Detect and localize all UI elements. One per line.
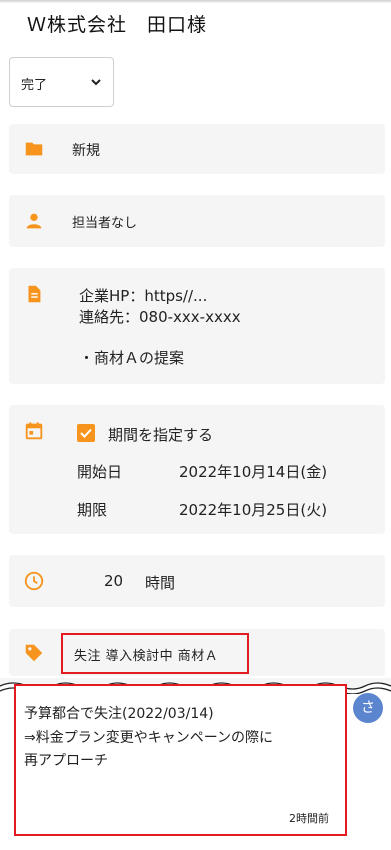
due-date-label: 期限 bbox=[77, 501, 108, 519]
person-icon bbox=[26, 213, 42, 229]
notes-line-1: 企業HP：https//... bbox=[79, 287, 208, 305]
chevron-down-icon bbox=[91, 79, 101, 86]
tags-text: 失注 導入検討中 商材Ａ bbox=[74, 649, 219, 664]
due-date-value[interactable]: 2022年10月25日(火) bbox=[179, 499, 327, 520]
category-field[interactable]: 新規 bbox=[9, 124, 385, 174]
document-icon bbox=[28, 285, 41, 303]
assignee-field[interactable]: 担当者なし bbox=[9, 195, 385, 247]
status-dropdown[interactable]: 完了 bbox=[9, 57, 114, 107]
notes-field[interactable]: 企業HP：https//... 連絡先：080-xxx-xxxx ・商材Ａの提案 bbox=[9, 268, 385, 384]
assignee-label: 担当者なし bbox=[72, 216, 138, 231]
category-label: 新規 bbox=[72, 143, 100, 159]
period-field: 期間を指定する 開始日 2022年10月14日(金) 期限 2022年10月25… bbox=[9, 405, 385, 534]
top-shadow bbox=[0, 0, 391, 3]
folder-icon bbox=[25, 142, 43, 156]
period-checkbox[interactable] bbox=[77, 424, 95, 442]
hours-value: 20 bbox=[104, 572, 124, 590]
comment-timestamp: 2時間前 bbox=[289, 812, 329, 825]
avatar[interactable]: さ bbox=[353, 693, 383, 723]
comment-line-1: 予算都合で失注(2022/03/14) bbox=[24, 706, 214, 722]
comment-line-3: 再アプローチ bbox=[24, 753, 108, 769]
status-value: 完了 bbox=[21, 78, 48, 93]
tag-icon bbox=[25, 644, 43, 662]
start-date-label: 開始日 bbox=[77, 463, 123, 481]
comment-line-2: ⇒料金プラン変更やキャンペーンの際に bbox=[24, 730, 274, 746]
start-date-value[interactable]: 2022年10月14日(金) bbox=[179, 461, 327, 482]
page-title: Ｗ株式会社 田口様 bbox=[27, 14, 208, 36]
hours-unit: 時間 bbox=[145, 574, 176, 592]
period-checkbox-label: 期間を指定する bbox=[108, 426, 214, 444]
notes-line-2: 連絡先：080-xxx-xxxx bbox=[79, 308, 241, 326]
calendar-icon bbox=[25, 422, 43, 440]
notes-line-3: ・商材Ａの提案 bbox=[79, 349, 185, 367]
clock-icon bbox=[24, 571, 44, 591]
hours-field[interactable]: 20 時間 bbox=[9, 555, 385, 607]
